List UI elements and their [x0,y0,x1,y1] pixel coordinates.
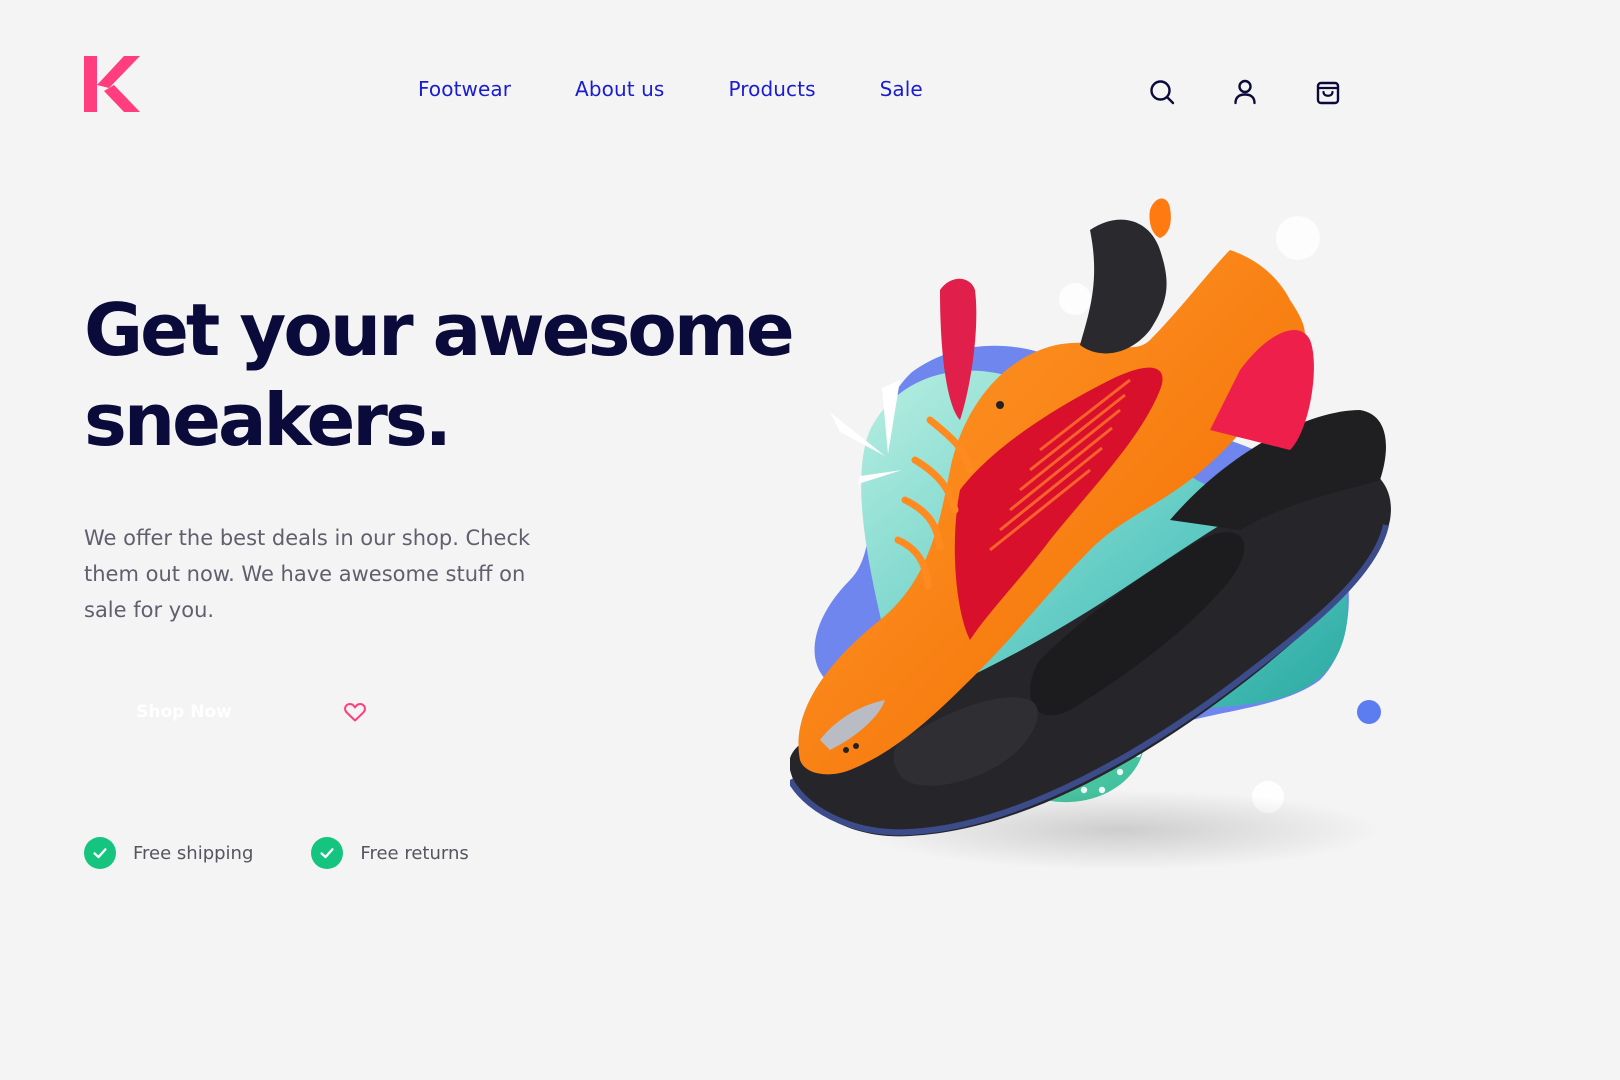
perk-free-shipping: Free shipping [84,837,253,869]
shop-now-button[interactable]: Shop Now [84,682,284,742]
check-icon [84,837,116,869]
search-button[interactable] [1146,76,1177,107]
account-button[interactable] [1229,76,1260,107]
user-icon [1233,79,1256,104]
perk-label: Free shipping [133,842,254,864]
dot-decoration [1357,700,1381,724]
cart-button[interactable] [1312,76,1343,107]
hero-subtext: We offer the best deals in our shop. Che… [84,526,531,622]
nav-item-sale[interactable]: Sale [880,77,923,101]
header-actions [1146,76,1343,107]
nav-item-products[interactable]: Products [728,77,815,101]
search-icon [1149,79,1174,104]
heart-icon [344,703,366,722]
check-icon [311,837,344,869]
shopping-bag-icon [1316,81,1339,104]
hero-illustration [787,190,1570,930]
perks-list: Free shipping Free returns [84,837,469,869]
cta-row: Shop Now [84,682,366,742]
bubble-decoration [1059,283,1091,315]
bubble-decoration [1276,216,1320,260]
headline-line-2: sneakers. [84,378,452,462]
perk-free-returns: Free returns [311,837,469,869]
main-nav: Footwear About us Products Sale [418,77,923,101]
sneaker-image [787,198,1391,870]
nav-item-footwear[interactable]: Footwear [418,77,511,101]
logo-k-icon [84,56,140,112]
hero-headline: Get your awesome sneakers. [84,285,804,465]
headline-line-1: Get your awesome [84,288,795,372]
favorite-button[interactable] [341,698,369,726]
brand-logo[interactable] [84,56,140,112]
nav-item-about-us[interactable]: About us [575,77,664,101]
perk-label: Free returns [360,842,469,864]
